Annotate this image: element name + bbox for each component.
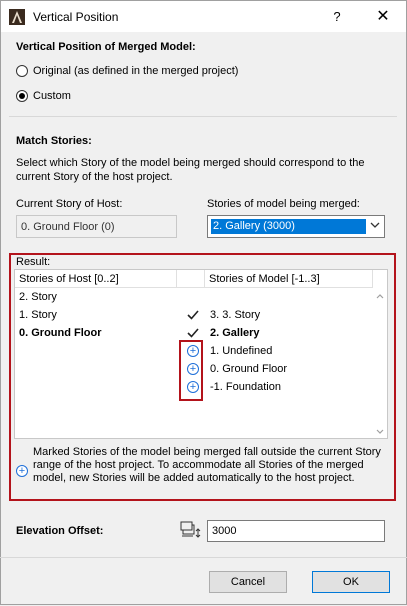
help-button[interactable]: ? — [327, 7, 347, 27]
model-stories-selected: 2. Gallery (3000) — [211, 219, 366, 234]
checkmark-icon — [187, 306, 199, 324]
model-story-cell[interactable]: 2. Gallery — [210, 324, 260, 342]
plus-icons-highlight — [179, 340, 203, 401]
model-story-cell[interactable]: -1. Foundation — [210, 378, 281, 396]
host-story-cell[interactable]: 0. Ground Floor — [19, 324, 102, 342]
original-radio[interactable] — [16, 65, 28, 77]
title-bar: Vertical Position ? ✕ — [0, 0, 407, 32]
elevation-offset-label: Elevation Offset: — [16, 525, 104, 537]
elevation-offset-icon — [179, 519, 203, 544]
col-model-header[interactable]: Stories of Model [-1..3] — [205, 270, 373, 288]
host-story-cell[interactable]: 2. Story — [19, 288, 57, 306]
window-title: Vertical Position — [33, 10, 119, 24]
match-stories-description-1: Select which Story of the model being me… — [16, 157, 365, 169]
ok-button[interactable]: OK — [312, 571, 390, 593]
custom-radio-label[interactable]: Custom — [33, 90, 71, 102]
chevron-down-icon — [370, 220, 380, 233]
custom-radio[interactable] — [16, 90, 28, 102]
current-story-label: Current Story of Host: — [16, 198, 123, 210]
scroll-down-arrow[interactable] — [376, 428, 384, 437]
model-story-cell[interactable]: 3. 3. Story — [210, 306, 260, 324]
section-divider — [9, 116, 397, 117]
match-stories-heading: Match Stories: — [16, 135, 92, 147]
host-story-cell[interactable]: 1. Story — [19, 306, 57, 324]
current-story-field: 0. Ground Floor (0) — [16, 215, 177, 238]
cancel-button[interactable]: Cancel — [209, 571, 287, 593]
plus-circle-icon: + — [16, 465, 28, 477]
archicad-app-icon — [9, 9, 25, 25]
vertical-position-heading: Vertical Position of Merged Model: — [16, 41, 196, 53]
list-scrollbar[interactable] — [373, 288, 387, 438]
scroll-up-arrow[interactable] — [376, 292, 384, 301]
result-label: Result: — [16, 256, 51, 268]
col-mark-header — [177, 270, 205, 288]
model-stories-label: Stories of model being merged: — [207, 198, 360, 210]
model-stories-dropdown[interactable]: 2. Gallery (3000) — [207, 215, 385, 238]
elevation-offset-input[interactable]: 3000 — [207, 520, 385, 542]
match-stories-description-2: current Story of the host project. — [16, 171, 173, 183]
model-story-cell[interactable]: 1. Undefined — [210, 342, 272, 360]
result-note: Marked Stories of the model being merged… — [33, 446, 381, 484]
model-story-cell[interactable]: 0. Ground Floor — [210, 360, 287, 378]
col-host-header[interactable]: Stories of Host [0..2] — [15, 270, 177, 288]
close-button[interactable]: ✕ — [373, 7, 393, 27]
footer-divider — [0, 557, 407, 558]
original-radio-label[interactable]: Original (as defined in the merged proje… — [33, 65, 238, 77]
